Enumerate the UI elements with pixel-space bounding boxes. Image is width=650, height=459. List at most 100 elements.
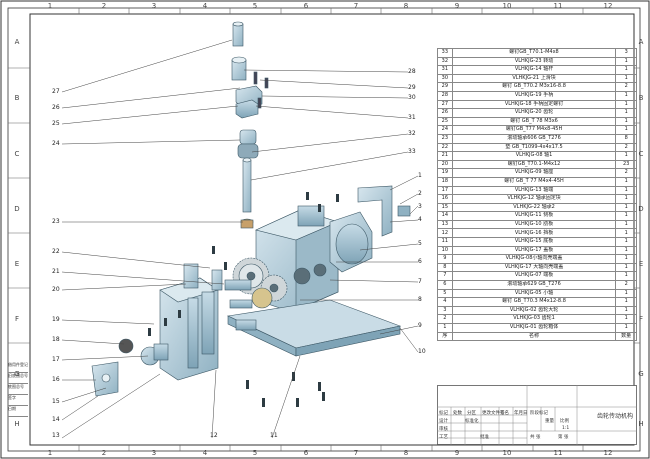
tb-label-date: 年月日 <box>514 411 528 416</box>
tb-label-sign: 签名 <box>500 411 509 416</box>
bom-cell-name: 滚动轴承606 GB_T276 <box>451 133 617 144</box>
zone-label-bottom: 1 <box>47 449 53 457</box>
bom-row: 8 VLHKJG-17 大轴向壳端盖 1 <box>437 262 637 273</box>
bom-row: 5 VLHKJG-05 小轴 1 <box>437 288 637 299</box>
bom-cell-qty: 1 <box>615 99 637 110</box>
bom-cell-qty: 1 <box>615 211 637 221</box>
callout-label: 25 <box>52 120 60 127</box>
bom-cell-name: VLHKJG-08小轴向壳端盖 <box>451 254 617 264</box>
bom-row: 33 螺钉GB_T70.1-M4x8 3 <box>437 48 637 58</box>
zone-label-top: 7 <box>353 2 359 10</box>
bom-row: 13 VLHKJG-10 肋板 1 <box>437 219 637 230</box>
bom-cell-no: 16 <box>437 194 453 204</box>
bom-cell-no: 19 <box>437 168 453 178</box>
bom-row: 10 VLHKJG-17 盖板 1 <box>437 245 637 256</box>
zone-label-top: 8 <box>403 2 409 10</box>
bom-cell-name: 螺钉 GB_T 77 M4x4-45H <box>451 176 617 187</box>
bom-cell-no: 28 <box>437 90 453 101</box>
callout-label: 4 <box>418 216 422 223</box>
bom-cell-qty: 1 <box>615 176 637 187</box>
zone-label-right: D <box>638 205 644 213</box>
bom-row: 1 VLHKJG-01 齿轮箱体 1 <box>437 323 637 333</box>
bom-row: 9 VLHKJG-08小轴向壳端盖 1 <box>437 254 637 264</box>
bom-cell-no: 21 <box>437 151 453 161</box>
tb-label-sheet: 第 张 <box>558 435 569 440</box>
bom-cell-qty: 1 <box>615 194 637 204</box>
bom-cell-name: VLHKJG-20 齿轮 <box>451 108 617 118</box>
tb-label-design: 设计 <box>439 419 448 424</box>
bom-cell-no: 25 <box>437 116 453 127</box>
zone-label-top: 10 <box>502 2 512 10</box>
left-block-item: 底图总号 <box>8 384 28 395</box>
callout-label: 11 <box>270 432 278 439</box>
tb-label-standard: 标准化 <box>465 419 479 424</box>
bom-row: 15 VLHKJG-22 轴承2 1 <box>437 202 637 213</box>
bom-cell-qty: 1 <box>615 323 637 333</box>
left-block-item: 借用件登记 <box>8 362 28 373</box>
bom-cell-no: 6 <box>437 280 453 290</box>
bom-cell-qty: 1 <box>615 262 637 273</box>
tb-label-total: 共 张 <box>530 435 541 440</box>
callout-label: 24 <box>52 140 60 147</box>
callout-label: 8 <box>418 296 422 303</box>
bom-row: 14 VLHKJG-11 侧板 1 <box>437 211 637 221</box>
bom-cell-name: VLHKJG-18 手柄固定螺钉 <box>451 99 617 110</box>
bom-cell-no: 13 <box>437 219 453 230</box>
bom-cell-name: 螺钉GB_T70.1-M4x8 <box>451 48 617 58</box>
bom-cell-qty: 1 <box>615 219 637 230</box>
callout-label: 6 <box>418 258 422 265</box>
zone-label-top: 11 <box>553 2 563 10</box>
bom-cell-name: 垫 GB_T1099-4x4x17.5 <box>451 142 617 153</box>
bom-row: 30 VLHKJG-21 上滑块 1 <box>437 73 637 84</box>
zone-label-left: F <box>14 315 20 323</box>
zone-label-right: B <box>638 94 644 102</box>
bom-cell-no: 12 <box>437 228 453 239</box>
bom-cell-name: VLHKJG-21 上滑块 <box>451 73 617 84</box>
bom-cell-qty: 1 <box>615 245 637 256</box>
bom-row: 24 螺钉GB_T77 M4x8-45H 1 <box>437 125 637 135</box>
tb-label-weight: 重量 <box>545 419 554 424</box>
zone-label-left: C <box>14 150 20 158</box>
callout-label: 22 <box>52 248 60 255</box>
bom-header-no: 序 <box>437 331 453 342</box>
left-block-item: 旧底图总号 <box>8 373 28 384</box>
bom-cell-qty: 1 <box>615 288 637 299</box>
bom-cell-qty: 1 <box>615 65 637 75</box>
bom-cell-name: VLHKJG-10 肋板 <box>451 219 617 230</box>
bom-cell-name: VLHKJG-17 大轴向壳端盖 <box>451 262 617 273</box>
bom-row: 21 VLHKJG-08 轴1 1 <box>437 151 637 161</box>
bom-cell-no: 33 <box>437 48 453 58</box>
drawing-name: 齿轮传动机构 <box>597 413 634 420</box>
callout-label: 17 <box>52 356 60 363</box>
zone-label-left: E <box>14 260 20 268</box>
bom-cell-name: VLHKJG-03 齿轮1 <box>451 314 617 324</box>
bom-cell-qty: 23 <box>615 159 637 170</box>
callout-label: 2 <box>418 190 422 197</box>
tb-label-scale: 比例 <box>560 419 569 424</box>
bom-cell-no: 5 <box>437 288 453 299</box>
callout-label: 20 <box>52 286 60 293</box>
bom-cell-qty: 1 <box>615 125 637 135</box>
zone-label-bottom: 11 <box>553 449 563 457</box>
left-side-block: 借用件登记 旧底图总号 底图总号 签字 日期 <box>8 362 28 417</box>
bom-row: 28 VLHKJG-19 手柄 1 <box>437 90 637 101</box>
bom-cell-name: 滚动轴承629 GB_T276 <box>451 280 617 290</box>
tb-label-mark: 标记 <box>439 411 448 416</box>
callout-label: 18 <box>52 336 60 343</box>
bom-row: 20 螺钉GB_T70.1-M4x12 23 <box>437 159 637 170</box>
bom-cell-qty: 1 <box>615 151 637 161</box>
bom-cell-no: 27 <box>437 99 453 110</box>
bom-row: 17 VLHKJG-13 轴端 1 <box>437 185 637 196</box>
bom-row: 23 滚动轴承606 GB_T276 8 <box>437 133 637 144</box>
zone-label-top: 5 <box>252 2 258 10</box>
callout-label: 12 <box>210 432 218 439</box>
zone-label-top: 9 <box>454 2 460 10</box>
bom-cell-name: VLHKJG-02 齿轮大轮 <box>451 305 617 316</box>
zone-label-right: F <box>638 315 644 323</box>
bom-cell-no: 4 <box>437 297 453 307</box>
zone-label-bottom: 12 <box>603 449 613 457</box>
bom-cell-no: 15 <box>437 202 453 213</box>
bom-cell-name: VLHKJG-22 轴承2 <box>451 202 617 213</box>
bom-cell-qty: 1 <box>615 305 637 316</box>
bom-cell-no: 31 <box>437 65 453 75</box>
